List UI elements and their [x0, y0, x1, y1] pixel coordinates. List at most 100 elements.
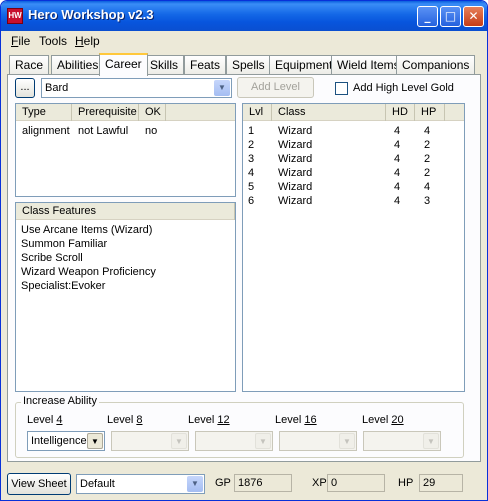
tab-career[interactable]: Career	[99, 53, 148, 76]
tab-abilities[interactable]: Abilities	[51, 55, 105, 75]
class-select-value: Bard	[45, 82, 69, 94]
sheet-select[interactable]: Default ▼	[76, 474, 205, 494]
tab-feats[interactable]: Feats	[184, 55, 227, 75]
cell-ok: no	[145, 125, 158, 137]
class-features-list[interactable]: Class Features Use Arcane Items (Wizard)…	[15, 202, 236, 392]
cell-hd: 4	[394, 125, 401, 137]
class-select[interactable]: Bard ▼	[41, 78, 232, 98]
sheet-select-value: Default	[80, 478, 115, 490]
level-20-ability-select[interactable]: ▼	[363, 431, 441, 451]
cell-hp: 3	[424, 195, 431, 207]
table-row[interactable]: 3 Wizard 4 2	[243, 152, 464, 166]
cell-hd: 4	[394, 139, 401, 151]
xp-value: 0	[327, 474, 385, 492]
level-12-label: Level 12	[188, 414, 230, 426]
level-12-ability-select[interactable]: ▼	[195, 431, 273, 451]
table-row[interactable]: 2 Wizard 4 2	[243, 138, 464, 152]
menu-bar: File Tools Help	[1, 31, 487, 50]
cell-prerequisite: not Lawful	[78, 125, 129, 137]
close-button[interactable]: ✕	[463, 6, 484, 27]
chevron-down-icon: ▼	[87, 433, 103, 449]
chevron-down-icon: ▼	[423, 433, 439, 449]
cell-lvl: 6	[248, 195, 255, 207]
ellipsis-button[interactable]: ...	[15, 78, 35, 98]
tab-race[interactable]: Race	[9, 55, 50, 75]
cell-class: Wizard	[278, 153, 313, 165]
maximize-button[interactable]: □	[440, 6, 461, 27]
tab-spells[interactable]: Spells	[226, 55, 271, 75]
tab-skills[interactable]: Skills	[144, 55, 185, 75]
window-title: Hero Workshop v2.3	[28, 7, 154, 22]
level-16-label: Level 16	[275, 414, 317, 426]
list-item[interactable]: Summon Familiar	[21, 237, 107, 251]
cell-hp: 4	[424, 125, 431, 137]
tab-companions[interactable]: Companions	[396, 55, 476, 75]
cell-hd: 4	[394, 167, 401, 179]
class-features-header: Class Features	[16, 203, 235, 220]
column-header-lvl[interactable]: Lvl	[243, 104, 272, 121]
cell-class: Wizard	[278, 181, 313, 193]
cell-lvl: 2	[248, 139, 255, 151]
cell-hp: 4	[424, 181, 431, 193]
increase-ability-title: Increase Ability	[21, 395, 99, 407]
menu-help[interactable]: Help	[75, 34, 100, 48]
list-item[interactable]: Specialist:Evoker	[21, 279, 105, 293]
view-sheet-button[interactable]: View Sheet	[7, 473, 71, 495]
column-header-ok[interactable]: OK	[139, 104, 166, 121]
cell-type: alignment	[22, 125, 70, 137]
gp-label: GP	[215, 477, 231, 489]
column-header-prerequisite[interactable]: Prerequisite	[72, 104, 139, 121]
cell-hd: 4	[394, 181, 401, 193]
column-header-hd[interactable]: HD	[386, 104, 415, 121]
cell-hd: 4	[394, 195, 401, 207]
requirements-list[interactable]: Type Prerequisite OK alignment not Lawfu…	[15, 103, 236, 197]
cell-class: Wizard	[278, 125, 313, 137]
table-row[interactable]: 1 Wizard 4 4	[243, 124, 464, 138]
add-level-button[interactable]: Add Level	[237, 77, 314, 98]
level-8-label: Level 8	[107, 414, 143, 426]
cell-hd: 4	[394, 153, 401, 165]
level-16-ability-select[interactable]: ▼	[279, 431, 357, 451]
list-item[interactable]: Scribe Scroll	[21, 251, 83, 265]
level-4-ability-value: Intelligence	[31, 435, 87, 447]
levels-header: Lvl Class HD HP	[243, 104, 464, 121]
hp-value: 29	[419, 474, 463, 492]
cell-lvl: 1	[248, 125, 255, 137]
tab-wield-items[interactable]: Wield Items	[331, 55, 406, 75]
list-item[interactable]: Wizard Weapon Proficiency	[21, 265, 156, 279]
high-level-gold-label: Add High Level Gold	[353, 82, 454, 94]
column-header-class[interactable]: Class	[272, 104, 386, 121]
column-header-class-features[interactable]: Class Features	[16, 203, 235, 220]
main-window: HW Hero Workshop v2.3 _ □ ✕ File Tools H…	[0, 0, 488, 501]
gp-value: 1876	[234, 474, 292, 492]
chevron-down-icon: ▼	[255, 433, 271, 449]
menu-tools[interactable]: Tools	[39, 34, 67, 48]
column-header-type[interactable]: Type	[16, 104, 72, 121]
tab-equipment[interactable]: Equipment	[269, 55, 339, 75]
title-bar[interactable]: HW Hero Workshop v2.3 _ □ ✕	[1, 1, 487, 31]
minimize-button[interactable]: _	[417, 6, 438, 27]
table-row[interactable]: 5 Wizard 4 4	[243, 180, 464, 194]
high-level-gold-checkbox[interactable]	[335, 82, 348, 95]
levels-list[interactable]: Lvl Class HD HP 1 Wizard 4 4 2 Wizard 4 …	[242, 103, 465, 392]
xp-label: XP	[312, 477, 327, 489]
level-20-label: Level 20	[362, 414, 404, 426]
chevron-down-icon: ▼	[171, 433, 187, 449]
list-item[interactable]: Use Arcane Items (Wizard)	[21, 223, 152, 237]
column-header-hp[interactable]: HP	[415, 104, 445, 121]
cell-class: Wizard	[278, 195, 313, 207]
requirements-header: Type Prerequisite OK	[16, 104, 235, 121]
chevron-down-icon: ▼	[187, 476, 203, 492]
level-8-ability-select[interactable]: ▼	[111, 431, 189, 451]
cell-hp: 2	[424, 167, 431, 179]
table-row[interactable]: 4 Wizard 4 2	[243, 166, 464, 180]
table-row[interactable]: 6 Wizard 4 3	[243, 194, 464, 208]
cell-hp: 2	[424, 139, 431, 151]
cell-class: Wizard	[278, 139, 313, 151]
table-row[interactable]: alignment not Lawful no	[16, 124, 235, 138]
level-4-ability-select[interactable]: Intelligence ▼	[27, 431, 105, 451]
cell-lvl: 4	[248, 167, 255, 179]
menu-file[interactable]: File	[11, 34, 30, 48]
career-tab-page: ... Bard ▼ Add Level Add High Level Gold…	[7, 74, 481, 462]
chevron-down-icon: ▼	[339, 433, 355, 449]
